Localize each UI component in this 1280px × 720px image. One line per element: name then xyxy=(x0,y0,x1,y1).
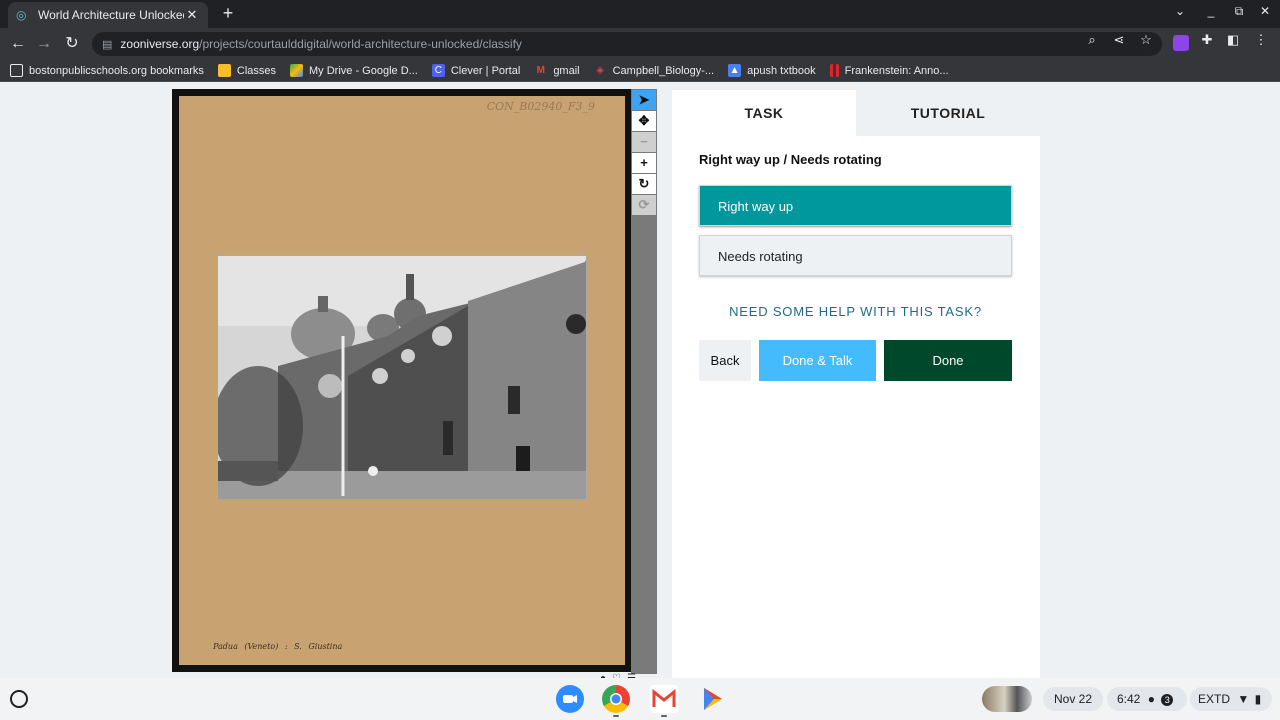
answer-right-way-up[interactable]: Right way up xyxy=(699,185,1012,226)
tab-task[interactable]: TASK xyxy=(672,90,856,136)
bookmarks-bar: bostonpublicschools.org bookmarks Classe… xyxy=(0,60,1280,82)
wifi-icon: ▼ xyxy=(1237,692,1250,706)
notification-dot-icon: ● xyxy=(1147,692,1155,706)
minimize-button[interactable]: _ xyxy=(1201,4,1221,18)
browser-toolbar: ← → ↻ ▤ zooniverse.org/projects/courtaul… xyxy=(0,28,1280,60)
side-panel-icon[interactable]: ◧ xyxy=(1224,32,1242,48)
bookmark-label: Campbell_Biology-... xyxy=(612,64,715,77)
bookmark-label: Clever | Portal xyxy=(450,64,521,77)
reset-icon[interactable]: ⟳ xyxy=(632,195,656,215)
play-store-icon[interactable] xyxy=(698,685,726,713)
tab-strip: ◎ World Architecture Unlocked » C ✕ + ⌄ … xyxy=(0,0,1280,28)
bookmark-classes[interactable]: Classes xyxy=(217,64,276,77)
architecture-photo xyxy=(217,255,587,500)
bookmark-clever[interactable]: C Clever | Portal xyxy=(431,64,521,77)
pointer-icon[interactable]: ➤ xyxy=(632,90,656,110)
tab-title: World Architecture Unlocked » C xyxy=(38,8,184,22)
chrome-app-icon[interactable] xyxy=(602,685,630,713)
basilica-image xyxy=(218,256,586,499)
close-tab-icon[interactable]: ✕ xyxy=(184,7,200,23)
gmail-app-icon[interactable] xyxy=(650,685,678,713)
launcher-icon[interactable] xyxy=(10,690,28,708)
bookmark-label: bostonpublicschools.org bookmarks xyxy=(29,64,204,77)
menu-icon[interactable]: ⋮ xyxy=(1252,32,1270,48)
system-tray[interactable]: EXTD ▼ ▮ xyxy=(1190,687,1272,711)
bookmark-label: gmail xyxy=(553,64,580,77)
campbell-icon: ◈ xyxy=(596,65,604,76)
back-arrow-icon[interactable]: ← xyxy=(8,34,28,54)
tab-search-icon[interactable]: ⌄ xyxy=(1170,4,1190,18)
photo-caption: Padua (Veneto) : S. Giustina xyxy=(213,642,343,651)
bookmark-drive[interactable]: My Drive - Google D... xyxy=(290,64,418,77)
photo-mount-card: CON_B02940_F3_9 Padua (Veneto): S. Gius… xyxy=(179,96,625,665)
forward-arrow-icon[interactable]: → xyxy=(34,34,54,54)
bookmark-gmail[interactable]: Mgmail xyxy=(534,64,580,77)
extensions-puzzle-icon[interactable]: ✚ xyxy=(1198,32,1216,48)
move-icon[interactable]: ✥ xyxy=(632,111,656,131)
address-bar[interactable]: ▤ zooniverse.org/projects/courtaulddigit… xyxy=(92,32,1162,56)
clock-time: 6:42 xyxy=(1117,692,1141,706)
person-icon: ▲ xyxy=(728,64,742,77)
extension-icon[interactable] xyxy=(1173,35,1189,51)
bookmark-red-icon xyxy=(829,64,839,77)
network-label: EXTD xyxy=(1198,692,1231,706)
done-and-talk-button[interactable]: Done & Talk xyxy=(759,340,876,381)
browser-tab[interactable]: ◎ World Architecture Unlocked » C ✕ xyxy=(8,2,208,28)
bookmark-apush[interactable]: ▲ apush txtbook xyxy=(728,64,816,77)
tab-tutorial[interactable]: TUTORIAL xyxy=(856,90,1040,136)
url-path: /projects/courtaulddigital/world-archite… xyxy=(199,37,522,51)
share-icon[interactable]: ⋖ xyxy=(1110,32,1128,48)
chrome-running-indicator xyxy=(613,715,619,717)
gmail-running-indicator xyxy=(661,715,667,717)
zoom-in-icon[interactable]: + xyxy=(632,153,656,173)
zooniverse-icon: ◎ xyxy=(16,8,27,22)
bookmark-frankenstein[interactable]: Frankenstein: Anno... xyxy=(829,64,949,77)
zoom-out-icon[interactable]: − xyxy=(632,132,656,152)
bookmark-label: apush txtbook xyxy=(747,64,816,77)
bookmark-star-icon[interactable]: ☆ xyxy=(1137,32,1155,48)
bookmark-label: My Drive - Google D... xyxy=(309,64,418,77)
google-classroom-icon xyxy=(217,64,231,77)
status-tray[interactable]: 6:42 ● 3 xyxy=(1107,687,1187,711)
viewer-toolbar: ➤ ✥ − + ↻ ⟳ xyxy=(631,89,657,674)
subject-viewer[interactable]: CON_B02940_F3_9 Padua (Veneto): S. Gius… xyxy=(172,89,632,672)
bookmark-label: Frankenstein: Anno... xyxy=(844,64,949,77)
catalog-number: CON_B02940_F3_9 xyxy=(486,100,595,113)
reload-icon[interactable]: ↻ xyxy=(62,34,82,54)
answer-needs-rotating[interactable]: Needs rotating xyxy=(699,235,1012,276)
notification-count: 3 xyxy=(1161,694,1174,706)
bookmark-bps[interactable]: bostonpublicschools.org bookmarks xyxy=(10,64,204,77)
rotate-icon[interactable]: ↻ xyxy=(632,174,656,194)
url-host: zooniverse.org xyxy=(120,37,200,51)
done-button[interactable]: Done xyxy=(884,340,1012,381)
holding-space-thumbnails[interactable] xyxy=(982,686,1032,712)
zoom-app-icon[interactable] xyxy=(556,685,584,713)
new-tab-button[interactable]: + xyxy=(218,3,238,23)
clever-icon: C xyxy=(431,64,445,77)
zoom-search-icon[interactable]: ⌕ xyxy=(1083,32,1101,48)
os-shelf: Nov 22 6:42 ● 3 EXTD ▼ ▮ xyxy=(0,678,1280,720)
back-button[interactable]: Back xyxy=(699,340,751,381)
date-tray[interactable]: Nov 22 xyxy=(1043,687,1103,711)
bookmark-label: Classes xyxy=(236,64,276,77)
restore-button[interactable]: ⧉ xyxy=(1229,4,1249,19)
site-info-icon[interactable]: ▤ xyxy=(102,38,112,51)
gmail-icon: M xyxy=(536,65,545,76)
battery-icon: ▮ xyxy=(1254,692,1262,706)
task-panel: TASK TUTORIAL Right way up / Needs rotat… xyxy=(672,90,1040,680)
task-question: Right way up / Needs rotating xyxy=(699,152,882,167)
task-help-link[interactable]: NEED SOME HELP WITH THIS TASK? xyxy=(699,304,1012,319)
folder-icon xyxy=(10,64,23,77)
close-window-button[interactable]: ✕ xyxy=(1255,4,1275,18)
task-tabs: TASK TUTORIAL xyxy=(672,90,1040,136)
google-drive-icon xyxy=(290,64,303,77)
bookmark-campbell[interactable]: ◈ Campbell_Biology-... xyxy=(594,64,715,77)
